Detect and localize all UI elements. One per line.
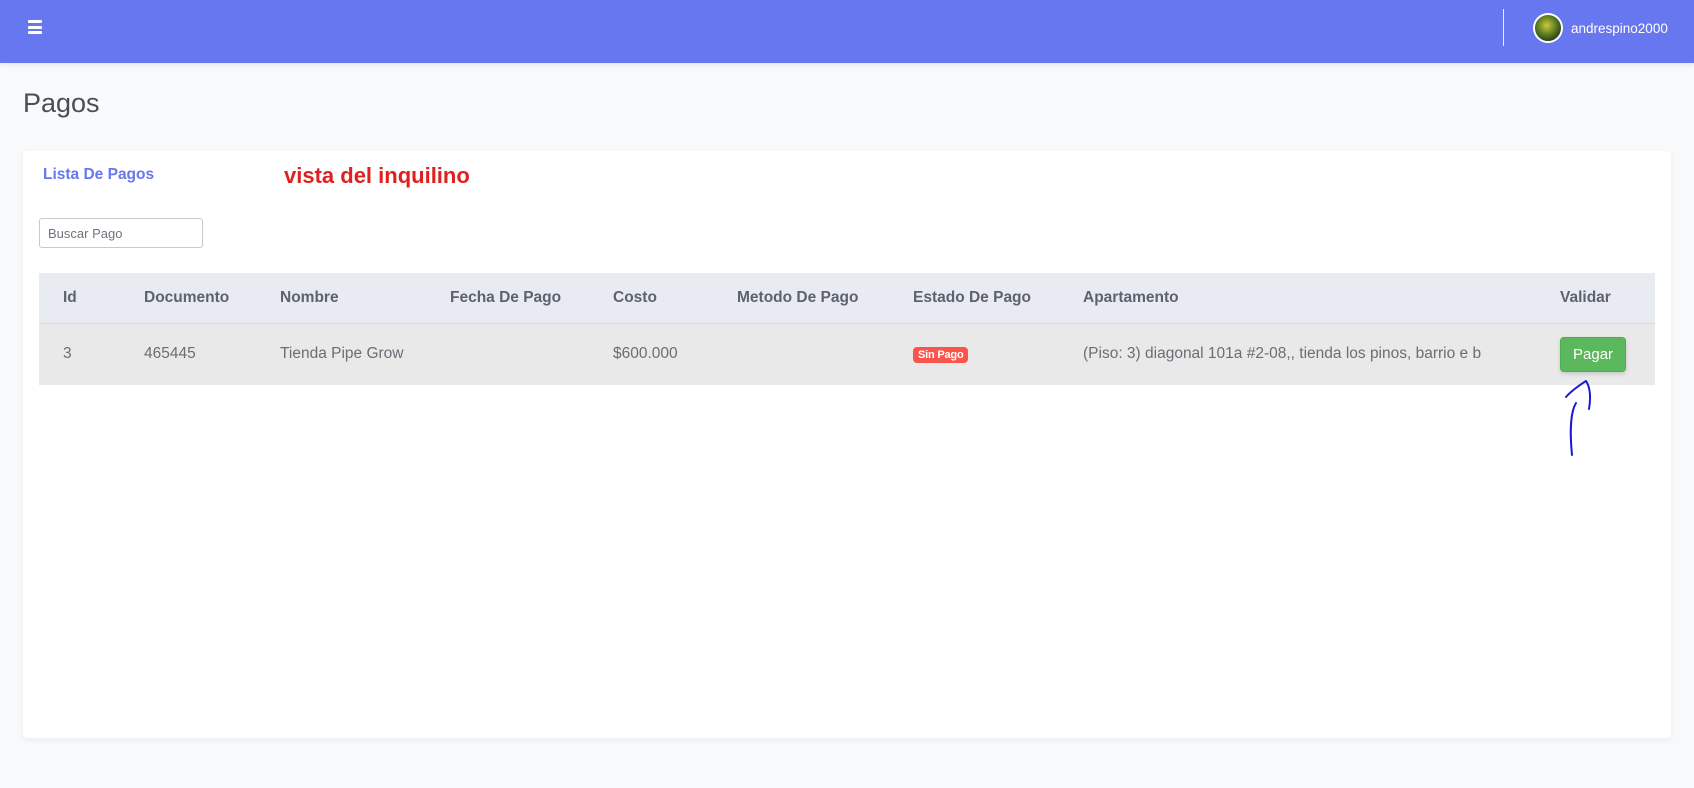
cell-metodo xyxy=(713,322,889,385)
cell-documento: 465445 xyxy=(120,322,256,385)
status-badge: Sin Pago xyxy=(913,347,969,364)
column-header-estado[interactable]: Estado De Pago xyxy=(889,273,1059,323)
annotation-note: vista del inquilino xyxy=(284,163,470,188)
column-header-validar[interactable]: Validar xyxy=(1536,273,1655,323)
hamburger-menu-icon[interactable] xyxy=(28,20,42,34)
topbar-divider xyxy=(1503,9,1504,46)
table-header-row: Id Documento Nombre Fecha De Pago Costo … xyxy=(39,273,1655,323)
cell-costo: $600.000 xyxy=(589,322,713,385)
hand-drawn-arrow-icon xyxy=(1565,380,1591,456)
search-input[interactable] xyxy=(39,218,203,248)
card-title: Lista De Pagos xyxy=(43,166,155,183)
top-navbar: andrespino2000 xyxy=(0,0,1694,63)
cell-fecha xyxy=(426,322,589,385)
avatar[interactable] xyxy=(1533,13,1563,43)
page-title: Pagos xyxy=(23,88,100,118)
table-row: 3 465445 Tienda Pipe Grow $600.000 Sin P… xyxy=(39,322,1655,385)
column-header-costo[interactable]: Costo xyxy=(589,273,713,323)
column-header-nombre[interactable]: Nombre xyxy=(256,273,426,323)
column-header-documento[interactable]: Documento xyxy=(120,273,256,323)
payments-table-wrapper: Id Documento Nombre Fecha De Pago Costo … xyxy=(39,273,1655,385)
cell-nombre: Tienda Pipe Grow xyxy=(256,322,426,385)
cell-apartamento: (Piso: 3) diagonal 101a #2-08,, tienda l… xyxy=(1059,322,1536,385)
payments-table: Id Documento Nombre Fecha De Pago Costo … xyxy=(39,273,1655,385)
payments-card: Lista De Pagos vista del inquilino Id Do… xyxy=(23,151,1671,738)
cell-id: 3 xyxy=(39,322,120,385)
column-header-apartamento[interactable]: Apartamento xyxy=(1059,273,1536,323)
column-header-id[interactable]: Id xyxy=(39,273,120,323)
username[interactable]: andrespino2000 xyxy=(1571,21,1668,36)
cell-estado: Sin Pago xyxy=(889,322,1059,385)
column-header-metodo[interactable]: Metodo De Pago xyxy=(713,273,889,323)
pagar-button[interactable]: Pagar xyxy=(1560,336,1627,372)
user-menu[interactable]: andrespino2000 xyxy=(1533,11,1668,45)
column-header-fecha[interactable]: Fecha De Pago xyxy=(426,273,589,323)
